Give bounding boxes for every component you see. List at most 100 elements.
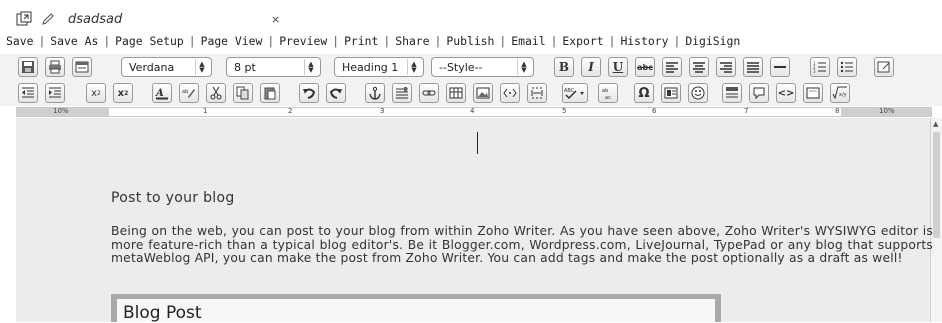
- style-select[interactable]: --Style-- ▲ ▼: [431, 57, 534, 77]
- underline-button[interactable]: U: [608, 57, 628, 77]
- menu-digisign[interactable]: DigiSign: [685, 34, 740, 48]
- document-title[interactable]: dsadsad: [68, 12, 122, 27]
- italic-button[interactable]: I: [581, 57, 601, 77]
- ruler-label: 10%: [53, 107, 69, 115]
- font-size-select[interactable]: 8 pt ▲ ▼: [226, 57, 321, 77]
- svg-text:ac: ac: [605, 95, 611, 100]
- justify-icon[interactable]: [743, 57, 763, 77]
- scroll-up-icon[interactable]: ▲: [933, 120, 938, 128]
- text-cursor: [477, 132, 478, 154]
- superscript-button[interactable]: x2: [113, 83, 133, 103]
- bookmark-list-icon[interactable]: [392, 83, 412, 103]
- ruler-label: 4: [470, 107, 475, 115]
- ruler-label: 1: [203, 107, 208, 115]
- redo-icon[interactable]: [326, 83, 346, 103]
- blog-post-title[interactable]: Blog Post: [117, 299, 715, 323]
- menu-share[interactable]: Share: [395, 34, 429, 48]
- align-left-icon[interactable]: [662, 57, 682, 77]
- menu-separator: |: [267, 34, 275, 48]
- svg-text:A: A: [155, 88, 164, 99]
- menu-preview[interactable]: Preview: [279, 34, 327, 48]
- menu-save-as[interactable]: Save As: [50, 34, 98, 48]
- scrollbar-thumb[interactable]: [933, 132, 940, 238]
- anchor-icon[interactable]: [365, 83, 385, 103]
- ruler-label: 8: [835, 107, 840, 115]
- menu-separator: |: [383, 34, 391, 48]
- heading-value: Heading 1: [342, 60, 399, 74]
- menu-page-setup[interactable]: Page Setup: [115, 34, 184, 48]
- menu-bar: Save | Save As | Page Setup | Page View | Previe…: [0, 34, 942, 52]
- menu-separator: |: [188, 34, 196, 48]
- page-setup-icon[interactable]: [72, 57, 92, 77]
- edit-pencil-icon[interactable]: [40, 11, 56, 27]
- insert-field-icon[interactable]: [661, 83, 681, 103]
- close-tab-icon[interactable]: ×: [271, 13, 280, 26]
- find-replace-icon[interactable]: ab ac: [598, 83, 618, 103]
- page-break-icon[interactable]: [527, 83, 547, 103]
- menu-separator: |: [332, 34, 340, 48]
- copy-icon[interactable]: [233, 83, 253, 103]
- spellcheck-icon[interactable]: ABC: [562, 83, 588, 103]
- bullet-list-icon[interactable]: [837, 57, 857, 77]
- ruler-label: 7: [744, 107, 749, 115]
- menu-separator: |: [103, 34, 111, 48]
- save-icon[interactable]: [18, 57, 38, 77]
- highlight-color-icon[interactable]: ab: [179, 83, 199, 103]
- document-canvas[interactable]: [16, 118, 930, 322]
- special-characters-button[interactable]: Ω: [634, 83, 654, 103]
- html-source-button[interactable]: <>: [776, 83, 796, 103]
- menu-page-view[interactable]: Page View: [201, 34, 263, 48]
- menu-print[interactable]: Print: [344, 34, 378, 48]
- ruler-label: 3: [380, 107, 385, 115]
- menu-publish[interactable]: Publish: [446, 34, 494, 48]
- bold-button[interactable]: B: [554, 57, 574, 77]
- ruler-label: 6: [652, 107, 657, 115]
- document-tab[interactable]: dsadsad ×: [16, 8, 280, 30]
- strikethrough-button[interactable]: abc: [635, 57, 655, 77]
- menu-separator: |: [608, 34, 616, 48]
- menu-separator: |: [673, 34, 681, 48]
- heading-select[interactable]: Heading 1 ▲ ▼: [334, 57, 424, 77]
- cut-icon[interactable]: [206, 83, 226, 103]
- print-icon[interactable]: [45, 57, 65, 77]
- font-family-select[interactable]: Verdana ▲ ▼: [121, 57, 212, 77]
- menu-history[interactable]: History: [620, 34, 668, 48]
- paste-icon[interactable]: [260, 83, 280, 103]
- blog-post-box[interactable]: Blog Post: [111, 294, 721, 323]
- ruler-label: 2: [288, 107, 293, 115]
- undo-icon[interactable]: [299, 83, 319, 103]
- indent-icon[interactable]: [45, 83, 65, 103]
- subscript-button[interactable]: x2: [86, 83, 106, 103]
- font-color-icon[interactable]: A: [152, 83, 172, 103]
- ruler[interactable]: 10% 1 2 3 4 5 6 7 8 10%: [16, 107, 932, 117]
- insert-html-icon[interactable]: [500, 83, 520, 103]
- menu-save[interactable]: Save: [6, 34, 33, 48]
- comment-icon[interactable]: [749, 83, 769, 103]
- font-size-value: 8 pt: [234, 60, 256, 74]
- body-paragraph[interactable]: Being on the web, you can post to your b…: [111, 224, 933, 266]
- insert-textbox-icon[interactable]: [803, 83, 823, 103]
- horizontal-rule-icon[interactable]: [770, 57, 790, 77]
- numbered-list-icon[interactable]: 123: [810, 57, 830, 77]
- insert-link-icon[interactable]: [419, 83, 439, 103]
- style-value: --Style--: [439, 60, 483, 74]
- font-family-stepper-icon: ▲ ▼: [195, 59, 208, 75]
- align-right-icon[interactable]: [716, 57, 736, 77]
- emoticon-icon[interactable]: [688, 83, 708, 103]
- outdent-icon[interactable]: [18, 83, 38, 103]
- menu-separator: |: [38, 34, 46, 48]
- section-heading[interactable]: Post to your blog: [111, 190, 235, 206]
- insert-table-icon[interactable]: [446, 83, 466, 103]
- menu-export[interactable]: Export: [562, 34, 603, 48]
- insert-toolbar: x2 x2 A ab ABC ab ac Ω <> x/y: [0, 80, 942, 106]
- insert-equation-icon[interactable]: x/y: [830, 83, 850, 103]
- new-window-icon[interactable]: [16, 11, 32, 27]
- vertical-scrollbar[interactable]: ▲: [930, 118, 942, 322]
- insert-image-icon[interactable]: [473, 83, 493, 103]
- heading-stepper-icon: ▲ ▼: [407, 59, 420, 75]
- menu-email[interactable]: Email: [511, 34, 545, 48]
- insert-form-icon[interactable]: [874, 57, 894, 77]
- insert-toc-icon[interactable]: [722, 83, 742, 103]
- align-center-icon[interactable]: [689, 57, 709, 77]
- font-family-value: Verdana: [129, 60, 175, 74]
